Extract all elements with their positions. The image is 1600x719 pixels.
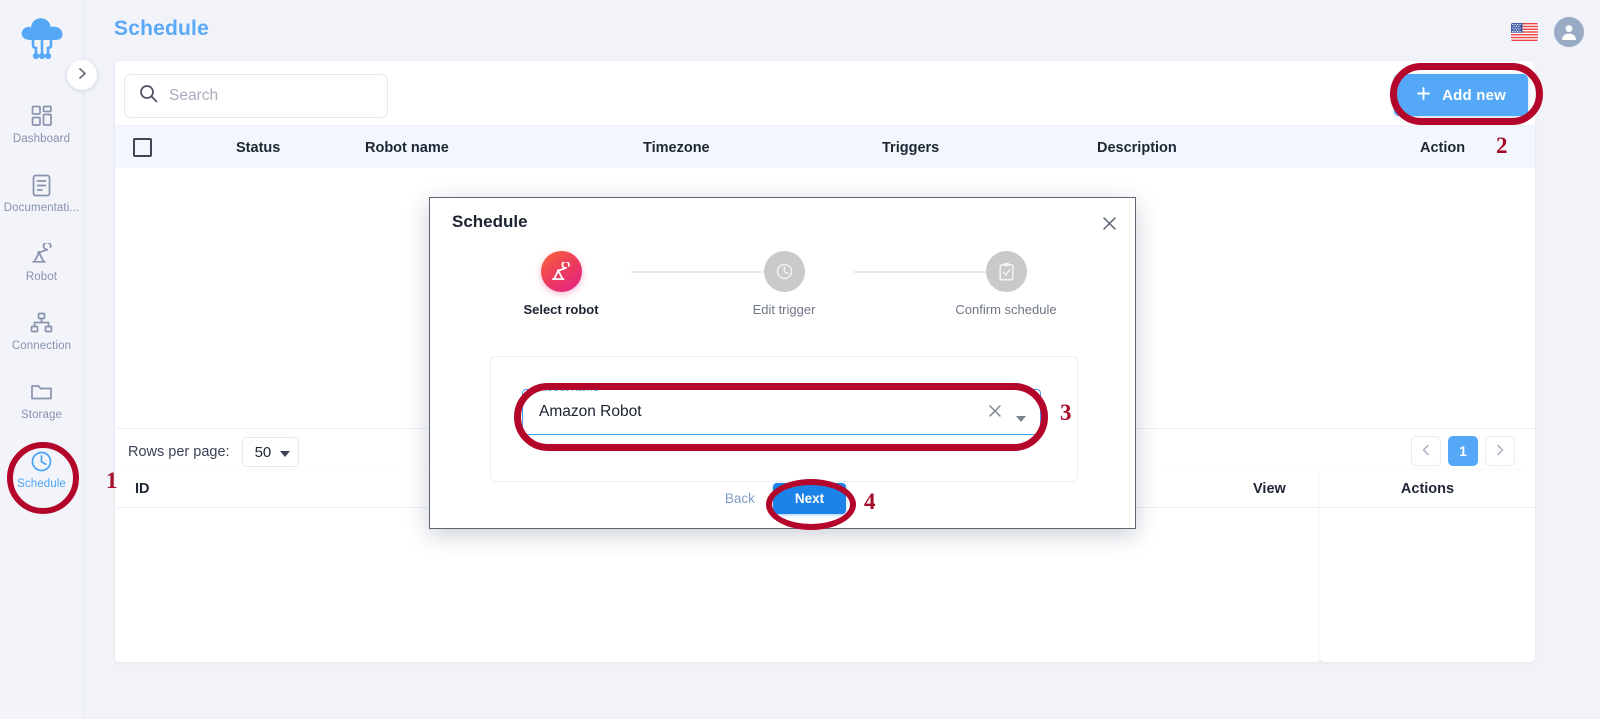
sidebar-item-schedule[interactable]: Schedule <box>0 435 84 504</box>
detail-actions-header-row: Actions <box>1320 470 1535 508</box>
sidebar-item-label: Robot <box>25 271 58 284</box>
stepper-label: Confirm schedule <box>955 302 1057 317</box>
add-new-button[interactable]: Add new <box>1394 74 1528 116</box>
robot-name-field[interactable]: Robot name Amazon Robot <box>522 382 1041 435</box>
sidebar-item-dashboard[interactable]: Dashboard <box>0 90 84 159</box>
column-header-action[interactable]: Action <box>1420 126 1465 169</box>
sidebar-item-label: Storage <box>21 409 62 422</box>
sidebar: Dashboard Documentati... Robot Connectio… <box>0 0 84 719</box>
sidebar-item-label: Schedule <box>17 478 66 491</box>
document-icon <box>31 172 52 198</box>
search-icon <box>139 84 158 108</box>
robot-arm-icon <box>30 241 54 267</box>
pagination: 1 <box>1411 436 1515 466</box>
detail-table-right: Actions <box>1320 470 1535 662</box>
pagination-prev-button[interactable] <box>1411 436 1441 466</box>
column-header-robot-name[interactable]: Robot name <box>365 126 449 169</box>
chevron-left-icon <box>1422 443 1430 459</box>
robot-arm-icon <box>540 251 582 292</box>
rows-per-page-value: 50 <box>254 443 272 461</box>
annotation-number-4: 4 <box>864 489 876 514</box>
stepper-step-edit-trigger[interactable]: Edit trigger <box>714 251 854 317</box>
checkbox-icon <box>133 138 152 157</box>
stepper-step-select-robot[interactable]: Select robot <box>491 251 631 317</box>
clock-icon <box>763 251 805 292</box>
header-actions <box>1511 17 1584 47</box>
folder-icon <box>30 379 53 405</box>
modal-stepper: Select robot Edit trigger Confirm schedu… <box>430 251 1137 323</box>
add-new-label: Add new <box>1442 86 1506 104</box>
rows-per-page: Rows per page: 50 <box>128 437 300 467</box>
column-header-timezone[interactable]: Timezone <box>643 126 710 169</box>
page-title: Schedule <box>114 17 209 40</box>
clear-x-icon[interactable] <box>988 404 1002 422</box>
dashboard-grid-icon <box>31 103 53 129</box>
annotation-number-1: 1 <box>106 468 118 493</box>
chevron-right-icon <box>78 67 87 83</box>
stepper-step-confirm-schedule[interactable]: Confirm schedule <box>936 251 1076 317</box>
robot-name-label: Robot name <box>534 382 604 394</box>
table-header-row: Status Robot name Timezone Triggers Desc… <box>115 125 1535 168</box>
column-header-actions[interactable]: Actions <box>1320 470 1535 508</box>
annotation-number-2: 2 <box>1496 133 1508 158</box>
sidebar-item-label: Documentati... <box>3 202 80 215</box>
stepper-label: Edit trigger <box>752 302 816 317</box>
user-avatar-icon[interactable] <box>1554 17 1584 47</box>
sidebar-item-connection[interactable]: Connection <box>0 297 84 366</box>
schedule-modal: Schedule Select robot Edit trigger Confi… <box>429 197 1136 529</box>
sitemap-icon <box>30 310 53 336</box>
column-header-triggers[interactable]: Triggers <box>882 126 939 169</box>
caret-down-icon <box>280 444 291 461</box>
sidebar-item-storage[interactable]: Storage <box>0 366 84 435</box>
caret-down-icon[interactable] <box>1016 409 1026 427</box>
robot-name-value: Amazon Robot <box>539 403 642 420</box>
sidebar-item-label: Connection <box>11 340 72 353</box>
sidebar-nav: Dashboard Documentati... Robot Connectio… <box>0 90 83 504</box>
search-placeholder: Search <box>169 87 219 104</box>
column-header-view[interactable]: View <box>1253 470 1286 508</box>
plus-icon <box>1416 86 1431 105</box>
pagination-next-button[interactable] <box>1485 436 1515 466</box>
select-all-checkbox[interactable] <box>133 126 152 169</box>
rows-per-page-select[interactable]: 50 <box>241 437 300 467</box>
modal-form-panel: Robot name Amazon Robot <box>490 356 1078 482</box>
sidebar-collapse-button[interactable] <box>67 60 97 90</box>
search-input[interactable]: Search <box>124 74 388 118</box>
back-button[interactable]: Back <box>721 485 759 512</box>
column-header-description[interactable]: Description <box>1097 126 1177 169</box>
chevron-right-icon <box>1496 443 1504 459</box>
clipboard-check-icon <box>985 251 1027 292</box>
sidebar-item-robot[interactable]: Robot <box>0 228 84 297</box>
modal-actions: Back Next <box>430 483 1137 514</box>
app-root: Dashboard Documentati... Robot Connectio… <box>0 0 1600 719</box>
pagination-page-1[interactable]: 1 <box>1448 436 1478 466</box>
next-button[interactable]: Next <box>772 483 847 514</box>
modal-title: Schedule <box>452 212 528 231</box>
sidebar-item-label: Dashboard <box>12 133 71 146</box>
stepper-label: Select robot <box>523 302 599 317</box>
us-flag-icon[interactable] <box>1511 23 1538 41</box>
close-x-icon <box>1102 216 1117 236</box>
column-header-id[interactable]: ID <box>135 470 150 508</box>
annotation-number-3: 3 <box>1060 400 1072 425</box>
cloud-network-logo[interactable] <box>12 8 72 68</box>
rows-per-page-label: Rows per page: <box>128 444 230 460</box>
column-header-status[interactable]: Status <box>236 126 280 169</box>
clock-icon <box>30 448 53 474</box>
modal-close-button[interactable] <box>1099 216 1119 236</box>
table-toolbar: Search Add new <box>115 61 1535 125</box>
sidebar-item-documentation[interactable]: Documentati... <box>0 159 84 228</box>
